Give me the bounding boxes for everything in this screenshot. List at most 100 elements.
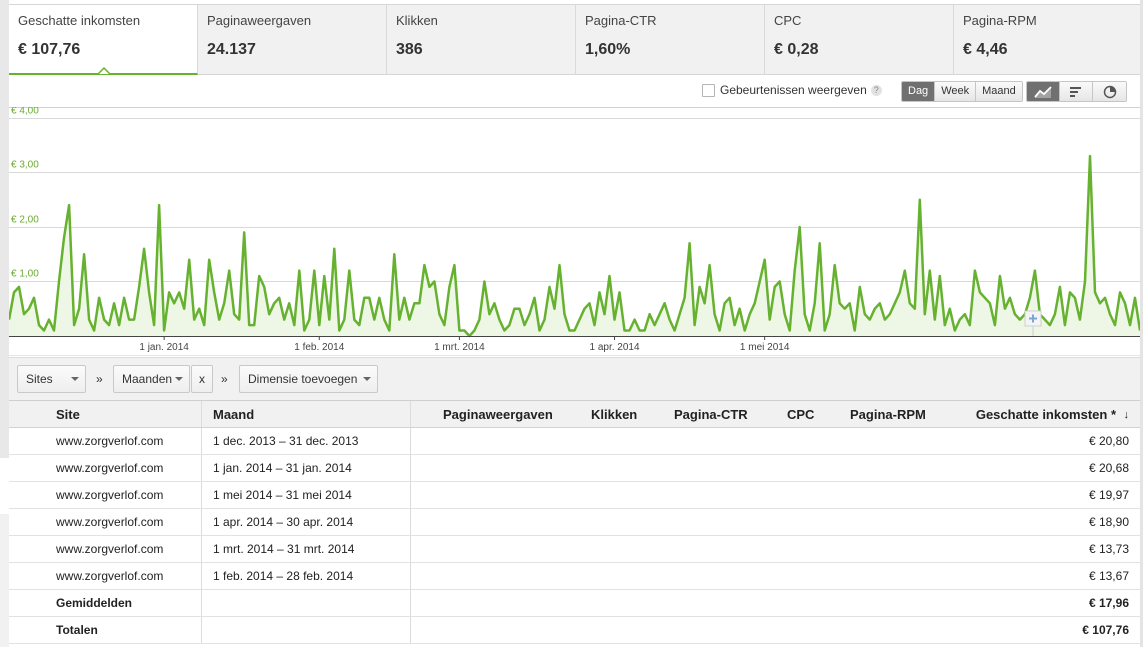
averages-earnings: € 17,96 [1088, 596, 1129, 610]
chart-toolbar: Gebeurtenissen weergeven ? Dag Week Maan… [9, 75, 1140, 107]
sort-descending-icon[interactable]: ↓ [1124, 401, 1130, 427]
metric-value: € 0,28 [774, 41, 819, 58]
bar-chart-icon [1070, 86, 1081, 97]
earnings-cell: € 20,80 [1088, 434, 1129, 448]
chart-type-toggle [1026, 81, 1127, 102]
granularity-month-button[interactable]: Maand [976, 82, 1022, 101]
line-chart-button[interactable] [1027, 82, 1060, 101]
x-axis-tick-label: 1 jan. 2014 [139, 342, 189, 353]
show-events-label: Gebeurtenissen weergeven [720, 83, 867, 97]
x-axis-tick-label: 1 mrt. 2014 [434, 342, 485, 353]
granularity-week-button[interactable]: Week [935, 82, 977, 101]
granularity-toggle: Dag Week Maand [901, 81, 1023, 102]
x-axis-tick-label: 1 apr. 2014 [590, 342, 640, 353]
column-header-pageviews[interactable]: Paginaweergaven [443, 401, 553, 427]
month-cell: 1 jan. 2014 – 31 jan. 2014 [202, 455, 411, 481]
table-row: www.zorgverlof.com 1 mei 2014 – 31 mei 2… [9, 482, 1140, 509]
averages-label: Gemiddelden [9, 590, 202, 616]
month-cell [202, 590, 411, 616]
month-cell [202, 617, 411, 643]
metric-tabs: Geschatte inkomsten € 107,76 Paginaweerg… [9, 4, 1140, 75]
y-axis-tick-label: € 4,00 [11, 107, 39, 117]
month-cell: 1 mei 2014 – 31 mei 2014 [202, 482, 411, 508]
table-row: www.zorgverlof.com 1 apr. 2014 – 30 apr.… [9, 509, 1140, 536]
metric-label: CPC [774, 13, 802, 28]
earnings-cell: € 18,90 [1088, 515, 1129, 529]
metric-value: € 4,46 [963, 41, 1008, 58]
help-icon[interactable]: ? [870, 84, 882, 96]
show-events-toggle[interactable]: Gebeurtenissen weergeven ? [702, 83, 882, 97]
totals-row: Totalen € 107,76 [9, 617, 1140, 644]
remove-dimension-button[interactable]: x [191, 365, 213, 393]
y-axis-tick-label: € 1,00 [11, 269, 39, 280]
bar-chart-button[interactable] [1060, 82, 1093, 101]
site-cell[interactable]: www.zorgverlof.com [9, 563, 202, 589]
metric-label: Paginaweergaven [207, 13, 312, 28]
averages-row: Gemiddelden € 17,96 [9, 590, 1140, 617]
month-cell: 1 feb. 2014 – 28 feb. 2014 [202, 563, 411, 589]
y-axis-tick-label: € 3,00 [11, 160, 39, 171]
metric-tab-page-ctr[interactable]: Pagina-CTR 1,60% [576, 5, 765, 75]
metric-tab-cpc[interactable]: CPC € 0,28 [765, 5, 954, 75]
column-header-cpc[interactable]: CPC [787, 401, 814, 427]
column-header-estimated-earnings[interactable]: Geschatte inkomsten * [976, 401, 1116, 427]
metric-value: 24.137 [207, 41, 256, 58]
metric-tab-estimated-earnings[interactable]: Geschatte inkomsten € 107,76 [9, 5, 198, 75]
earnings-cell: € 13,67 [1088, 569, 1129, 583]
month-cell: 1 mrt. 2014 – 31 mrt. 2014 [202, 536, 411, 562]
site-cell[interactable]: www.zorgverlof.com [9, 536, 202, 562]
metric-value: 386 [396, 41, 423, 58]
site-cell[interactable]: www.zorgverlof.com [9, 455, 202, 481]
earnings-cell: € 20,68 [1088, 461, 1129, 475]
dimension-separator: » [221, 372, 228, 386]
metric-label: Klikken [396, 13, 438, 28]
metric-tab-clicks[interactable]: Klikken 386 [387, 5, 576, 75]
x-axis-tick-label: 1 feb. 2014 [294, 342, 344, 353]
chevron-down-icon [363, 377, 371, 381]
pie-chart-button[interactable] [1093, 82, 1126, 101]
y-axis-tick-label: € 2,00 [11, 215, 39, 226]
metric-label: Pagina-CTR [585, 13, 657, 28]
site-cell[interactable]: www.zorgverlof.com [9, 482, 202, 508]
add-dimension-dropdown[interactable]: Dimensie toevoegen [239, 365, 378, 393]
column-header-site[interactable]: Site [9, 401, 202, 427]
metric-tab-pageviews[interactable]: Paginaweergaven 24.137 [198, 5, 387, 75]
chevron-down-icon [175, 377, 183, 381]
show-events-checkbox[interactable] [702, 83, 715, 97]
table-row: www.zorgverlof.com 1 feb. 2014 – 28 feb.… [9, 563, 1140, 590]
sites-dropdown[interactable]: Sites [17, 365, 86, 393]
left-scroll-rail-lower [0, 514, 9, 647]
earnings-chart[interactable]: € 4,00 € 3,00 € 2,00 € 1,00 1 jan. 2014 1 feb… [9, 107, 1140, 356]
left-scroll-rail [0, 0, 9, 458]
month-cell: 1 apr. 2014 – 30 apr. 2014 [202, 509, 411, 535]
totals-earnings: € 107,76 [1082, 623, 1129, 637]
table-row: www.zorgverlof.com 1 jan. 2014 – 31 jan.… [9, 455, 1140, 482]
metric-label: Geschatte inkomsten [18, 13, 141, 28]
earnings-chart-svg: € 4,00 € 3,00 € 2,00 € 1,00 1 jan. 2014 1 feb… [9, 107, 1140, 356]
column-header-page-ctr[interactable]: Pagina-CTR [674, 401, 748, 427]
totals-label: Totalen [9, 617, 202, 643]
column-header-page-rpm[interactable]: Pagina-RPM [850, 401, 926, 427]
chevron-down-icon [71, 377, 79, 381]
months-dropdown-label: Maanden [122, 372, 173, 386]
pie-chart-icon [1103, 85, 1116, 98]
metric-label: Pagina-RPM [963, 13, 1037, 28]
metric-value: 1,60% [585, 41, 631, 58]
table-header-row: Site Maand Paginaweergaven Klikken Pagin… [9, 400, 1140, 428]
sites-dropdown-label: Sites [26, 372, 53, 386]
column-header-clicks[interactable]: Klikken [591, 401, 637, 427]
granularity-day-button[interactable]: Dag [902, 82, 936, 101]
earnings-cell: € 13,73 [1088, 542, 1129, 556]
site-cell[interactable]: www.zorgverlof.com [9, 509, 202, 535]
table-row: www.zorgverlof.com 1 mrt. 2014 – 31 mrt.… [9, 536, 1140, 563]
dimension-separator: » [96, 372, 103, 386]
dimension-bar: Sites » Maanden x » Dimensie toevoegen [9, 357, 1140, 400]
month-cell: 1 dec. 2013 – 31 dec. 2013 [202, 428, 411, 454]
active-tab-caret-icon [98, 67, 110, 74]
metric-tab-page-rpm[interactable]: Pagina-RPM € 4,46 [954, 5, 1140, 75]
column-header-month[interactable]: Maand [202, 401, 411, 427]
add-dimension-label: Dimensie toevoegen [248, 372, 358, 386]
table-row: www.zorgverlof.com 1 dec. 2013 – 31 dec.… [9, 428, 1140, 455]
months-dropdown[interactable]: Maanden [113, 365, 190, 393]
site-cell[interactable]: www.zorgverlof.com [9, 428, 202, 454]
